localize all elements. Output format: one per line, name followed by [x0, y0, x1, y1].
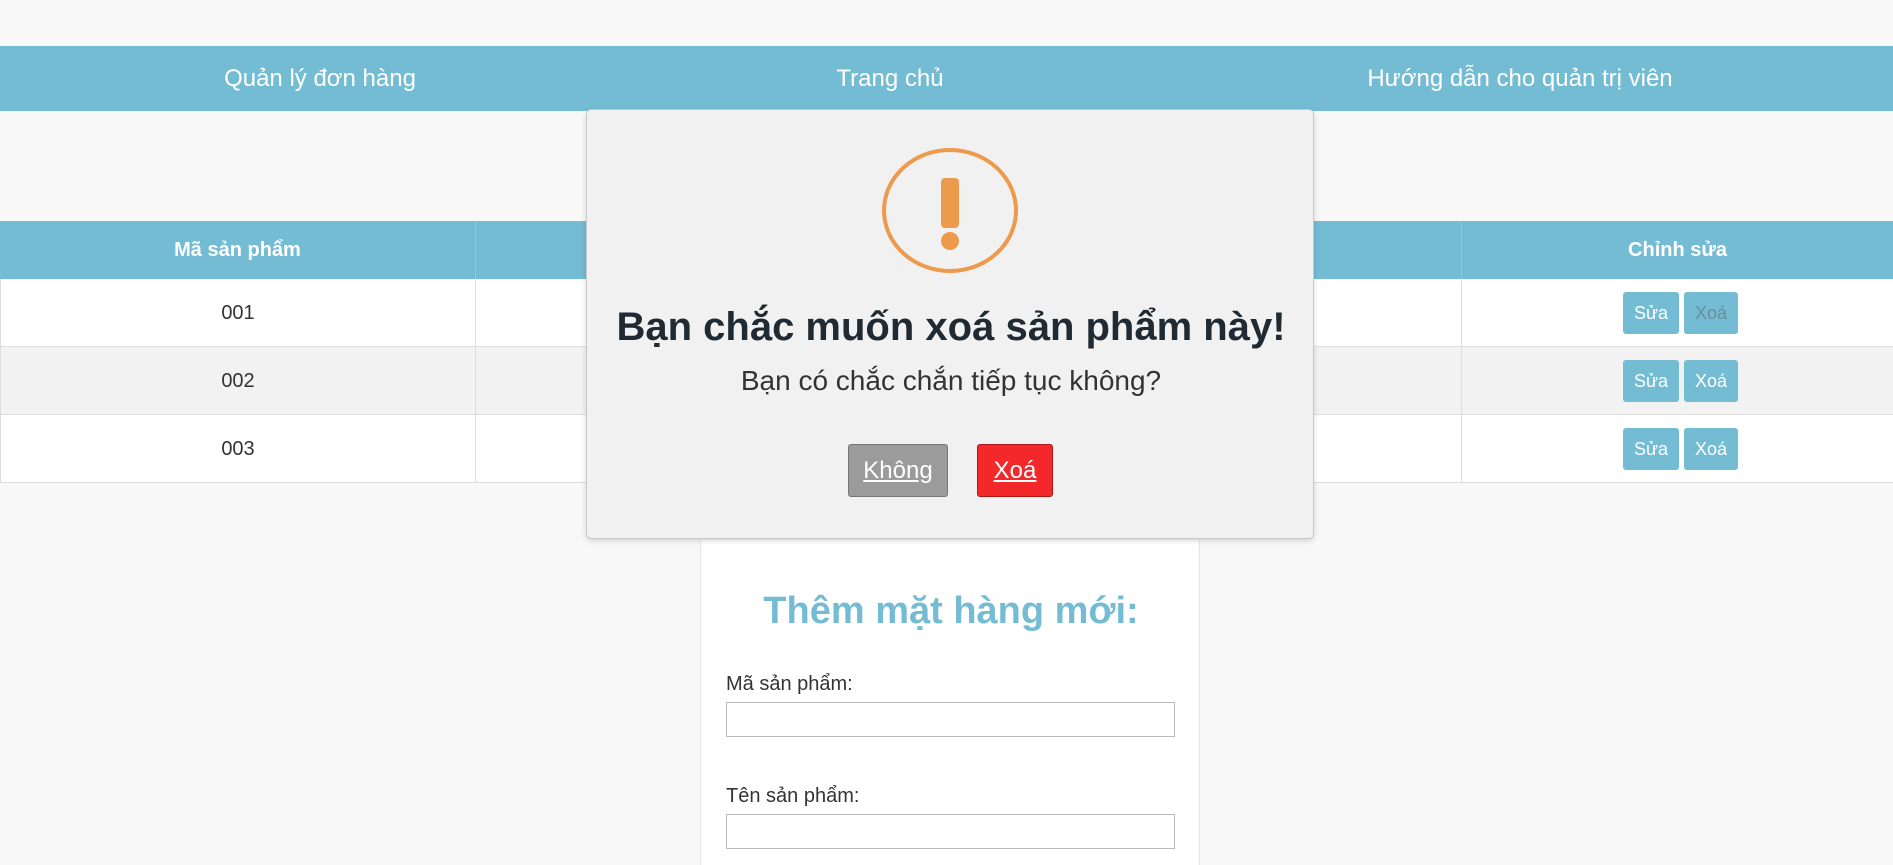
- top-strip: [0, 0, 1893, 46]
- column-header-product-code: Mã sản phẩm: [0, 221, 476, 279]
- column-header-edit: Chỉnh sửa: [1628, 239, 1727, 261]
- form-title: Thêm mặt hàng mới:: [763, 590, 1139, 632]
- product-code-cell: 002: [0, 347, 476, 415]
- product-code-cell: 003: [0, 415, 476, 483]
- navbar: Quản lý đơn hàng Trang chủ Hướng dẫn cho…: [0, 46, 1893, 111]
- add-product-form: Thêm mặt hàng mới: Mã sản phẩm: Tên sản …: [700, 540, 1200, 865]
- delete-button[interactable]: Xoá: [1684, 428, 1738, 470]
- dialog-message: Bạn có chắc chắn tiếp tục không?: [740, 365, 1162, 396]
- delete-button[interactable]: Xoá: [1684, 360, 1738, 402]
- delete-button[interactable]: Xoá: [1684, 292, 1738, 334]
- edit-button[interactable]: Sửa: [1623, 428, 1679, 470]
- product-name-label: Tên sản phẩm:: [726, 785, 860, 807]
- dialog-title: Bạn chắc muốn xoá sản phẩm này!: [616, 305, 1286, 349]
- edit-button[interactable]: Sửa: [1623, 360, 1679, 402]
- nav-item-order-management[interactable]: Quản lý đơn hàng: [120, 46, 520, 111]
- edit-button[interactable]: Sửa: [1623, 292, 1679, 334]
- exclamation-circle-icon: [882, 148, 1018, 273]
- product-code-input[interactable]: [726, 702, 1175, 737]
- cancel-button[interactable]: Không: [848, 444, 948, 497]
- product-code-label: Mã sản phẩm:: [726, 673, 853, 695]
- nav-item-home[interactable]: Trang chủ: [690, 46, 1090, 111]
- confirm-delete-button[interactable]: Xoá: [977, 444, 1053, 497]
- product-code-cell: 001: [0, 279, 476, 347]
- product-name-input[interactable]: [726, 814, 1175, 849]
- nav-item-admin-guide[interactable]: Hướng dẫn cho quản trị viên: [1320, 46, 1720, 111]
- delete-confirm-dialog: Bạn chắc muốn xoá sản phẩm này! Bạn có c…: [586, 109, 1314, 539]
